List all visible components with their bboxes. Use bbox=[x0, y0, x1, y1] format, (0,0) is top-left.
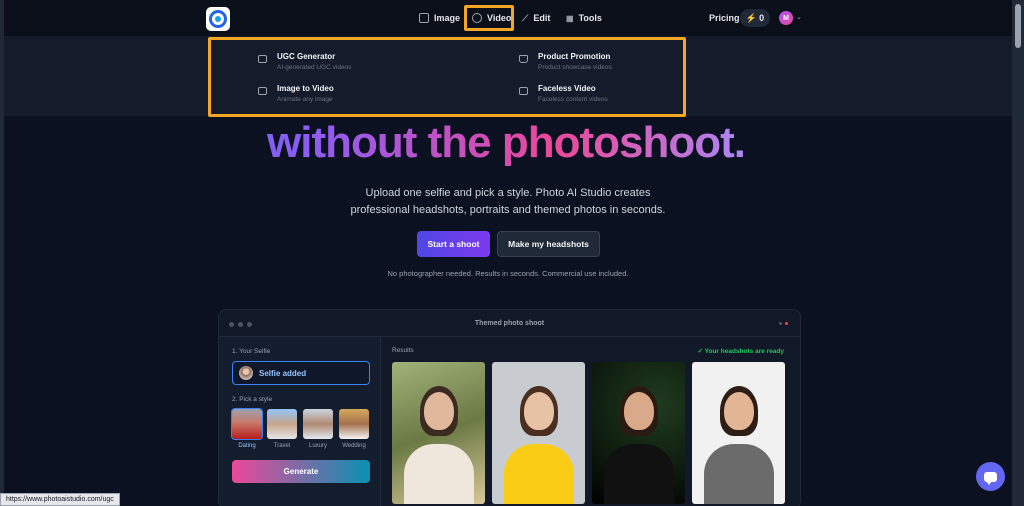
nav-edit[interactable]: ⟋ Edit bbox=[522, 9, 550, 27]
step1-label: 1. Your Selfie bbox=[232, 348, 271, 355]
demo-card: Themed photo shoot 1. Your Selfie Selfie… bbox=[218, 309, 801, 506]
chat-button[interactable] bbox=[976, 462, 1005, 491]
video-icon bbox=[519, 87, 528, 95]
dropdown-highlight-box bbox=[208, 37, 686, 117]
credits-badge[interactable]: ⚡ 0 bbox=[740, 9, 770, 27]
step2-label: 2. Pick a style bbox=[232, 396, 273, 403]
results-label: Results bbox=[392, 347, 414, 354]
result-photo-outdoor[interactable] bbox=[392, 362, 485, 504]
credits-count: 0 bbox=[759, 13, 765, 23]
nav-image[interactable]: Image bbox=[419, 9, 460, 27]
video-icon bbox=[258, 87, 267, 95]
start-shoot-button[interactable]: Start a shoot bbox=[417, 231, 490, 257]
chat-icon bbox=[984, 471, 997, 485]
selfie-upload-field[interactable]: Selfie added bbox=[232, 361, 370, 385]
menu-item-title: UGC Generator bbox=[277, 52, 336, 61]
style-label: Travel bbox=[273, 443, 291, 449]
result-photo-studio[interactable] bbox=[492, 362, 585, 504]
result-photo-headshot[interactable] bbox=[692, 362, 785, 504]
menu-item-subtitle: Faceless content videos bbox=[538, 96, 608, 103]
menu-item-subtitle: Product showcase videos bbox=[538, 64, 612, 71]
style-option-wedding[interactable]: Wedding bbox=[339, 409, 369, 449]
nav-edit-label: Edit bbox=[533, 13, 551, 23]
style-thumbnail bbox=[231, 408, 263, 440]
menu-item-title: Product Promotion bbox=[538, 52, 611, 61]
demo-card-titlebar: Themed photo shoot bbox=[219, 310, 800, 337]
style-label: Dating bbox=[238, 443, 256, 449]
style-option-dating[interactable]: Dating bbox=[231, 408, 263, 449]
make-headshots-button[interactable]: Make my headshots bbox=[497, 231, 600, 257]
video-highlight-box bbox=[464, 5, 514, 31]
style-thumbnail bbox=[303, 409, 333, 439]
demo-card-title: Themed photo shoot bbox=[474, 320, 545, 327]
menu-item-faceless-video[interactable]: Faceless Video Faceless content videos bbox=[519, 84, 608, 103]
style-thumbnail bbox=[339, 409, 369, 439]
menu-item-product-promotion[interactable]: Product Promotion Product showcase video… bbox=[519, 52, 612, 71]
ready-status: ✓ Your headshots are ready bbox=[697, 348, 785, 355]
style-thumbnail bbox=[267, 409, 297, 439]
hero-subtitle-line1: Upload one selfie and pick a style. Phot… bbox=[365, 187, 651, 199]
hero-subtitle: Upload one selfie and pick a style. Phot… bbox=[0, 185, 1016, 219]
hero-note: No photographer needed. Results in secon… bbox=[387, 269, 629, 278]
bag-icon bbox=[519, 55, 528, 63]
hero-headline: without the photoshoot. bbox=[0, 118, 1012, 168]
selfie-thumbnail bbox=[239, 366, 253, 380]
logo[interactable] bbox=[206, 7, 230, 31]
style-option-travel[interactable]: Travel bbox=[267, 409, 297, 449]
grid-icon: ▦ bbox=[566, 13, 574, 23]
generate-button[interactable]: Generate bbox=[232, 460, 370, 483]
nav-image-label: Image bbox=[434, 13, 461, 23]
demo-left-panel: 1. Your Selfie Selfie added 2. Pick a st… bbox=[219, 337, 381, 506]
pricing-link[interactable]: Pricing bbox=[709, 13, 740, 23]
status-url-tooltip: https://www.photoaistudio.com/ugc bbox=[0, 493, 120, 506]
style-option-luxury[interactable]: Luxury bbox=[303, 409, 333, 449]
scrollbar[interactable] bbox=[1012, 0, 1024, 506]
video-icon bbox=[258, 55, 267, 63]
hero-subtitle-line2: professional headshots, portraits and th… bbox=[350, 204, 666, 216]
bolt-icon: ⚡ bbox=[745, 12, 758, 23]
status-dots bbox=[779, 322, 788, 325]
style-label: Luxury bbox=[308, 443, 327, 449]
menu-item-ugc-generator[interactable]: UGC Generator AI-generated UGC videos bbox=[258, 52, 351, 71]
menu-item-subtitle: Animate any image bbox=[277, 96, 333, 103]
menu-item-title: Image to Video bbox=[277, 84, 334, 93]
scrollbar-thumb[interactable] bbox=[1015, 4, 1021, 48]
nav-tools[interactable]: ▦ Tools bbox=[566, 9, 602, 27]
selfie-status: Selfie added bbox=[259, 368, 307, 378]
camera-logo-icon bbox=[209, 10, 227, 28]
menu-item-image-to-video[interactable]: Image to Video Animate any image bbox=[258, 84, 334, 103]
nav-tools-label: Tools bbox=[578, 13, 602, 23]
menu-item-subtitle: AI-generated UGC videos bbox=[277, 64, 352, 71]
style-label: Wedding bbox=[342, 443, 366, 449]
result-photo-evening[interactable] bbox=[592, 362, 685, 504]
avatar[interactable]: M bbox=[779, 11, 793, 25]
menu-item-title: Faceless Video bbox=[538, 84, 596, 93]
image-icon bbox=[419, 13, 429, 23]
wand-icon: ⟋ bbox=[522, 12, 529, 23]
chevron-down-icon[interactable]: ⌄ bbox=[796, 13, 802, 21]
